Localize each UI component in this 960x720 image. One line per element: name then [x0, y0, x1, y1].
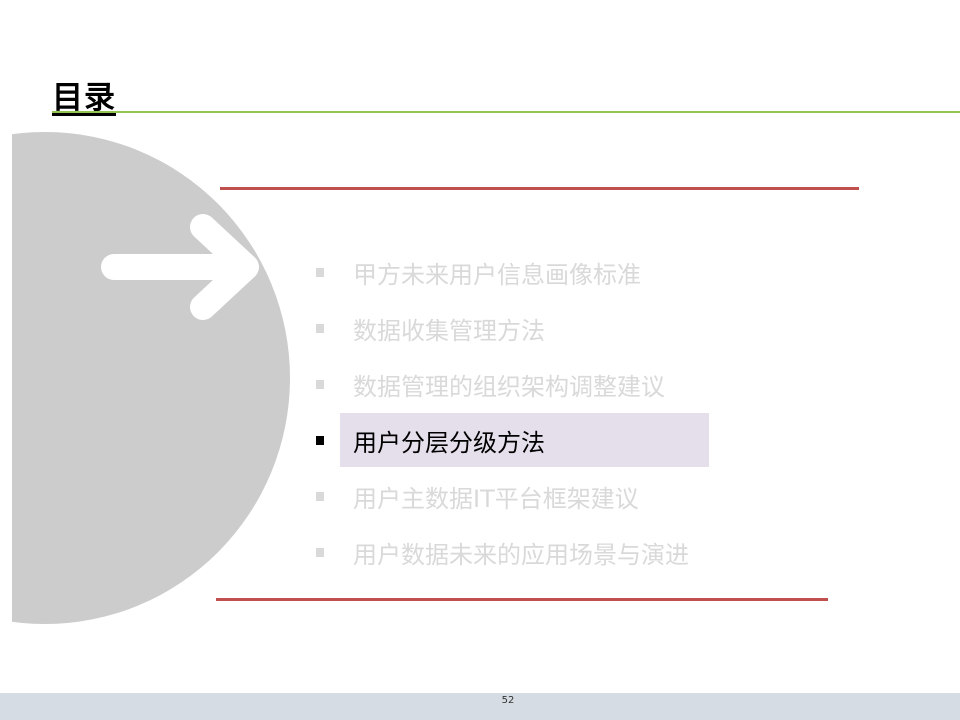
square-bullet-icon	[316, 435, 324, 445]
toc-item[interactable]: 用户数据未来的应用场景与演进	[312, 524, 832, 580]
disc-edge-mask	[0, 132, 12, 624]
section-divider-bottom	[216, 598, 828, 601]
toc-item-active[interactable]: 用户分层分级方法	[312, 412, 832, 468]
right-arrow-icon	[101, 214, 259, 320]
square-bullet-icon	[316, 491, 324, 501]
toc-item[interactable]: 甲方未来用户信息画像标准	[312, 244, 832, 300]
table-of-contents: 甲方未来用户信息画像标准 数据收集管理方法 数据管理的组织架构调整建议 用户分层…	[312, 244, 832, 580]
title-divider	[52, 111, 960, 113]
section-divider-top	[220, 187, 859, 190]
toc-item[interactable]: 用户主数据IT平台框架建议	[312, 468, 832, 524]
toc-item-label: 数据收集管理方法	[353, 316, 545, 345]
square-bullet-icon	[316, 379, 324, 389]
square-bullet-icon	[316, 267, 324, 277]
toc-item[interactable]: 数据管理的组织架构调整建议	[312, 356, 832, 412]
toc-item-label: 用户数据未来的应用场景与演进	[353, 540, 689, 569]
toc-item-label: 用户主数据IT平台框架建议	[353, 484, 639, 513]
toc-item[interactable]: 数据收集管理方法	[312, 300, 832, 356]
square-bullet-icon	[316, 323, 324, 333]
toc-item-label: 数据管理的组织架构调整建议	[353, 372, 665, 401]
slide: 目录 甲方未来用户信息画像标准 数据收集管理方法 数据管理的组织架构调整建议 用…	[0, 0, 960, 720]
page-number: 52	[501, 695, 515, 706]
toc-item-label: 用户分层分级方法	[353, 428, 545, 457]
square-bullet-icon	[316, 547, 324, 557]
toc-item-label: 甲方未来用户信息画像标准	[353, 260, 641, 289]
decorative-disc	[0, 132, 290, 624]
